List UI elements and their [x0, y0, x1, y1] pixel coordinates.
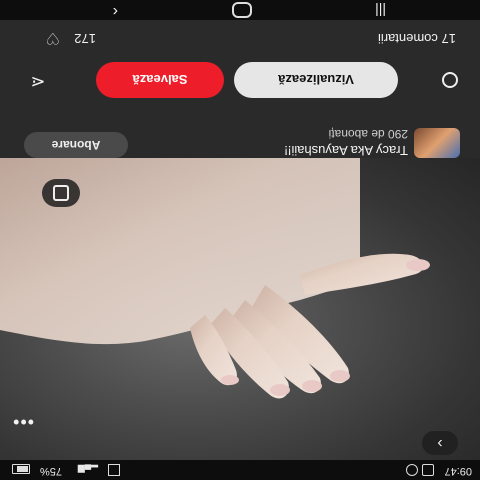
next-icon: ›: [437, 435, 443, 452]
rotated-view: 09:47 ▂▄▆ 75% › ••• Tracy Aka Aayushaii!…: [0, 0, 480, 480]
battery-icon: [12, 464, 30, 474]
back-icon[interactable]: ‹: [113, 2, 118, 20]
recents-icon[interactable]: |||: [375, 3, 386, 19]
battery-text: 75%: [39, 465, 62, 477]
home-icon[interactable]: [232, 2, 252, 18]
channel-name: Tracy Aka Aayushaii!!: [284, 143, 408, 158]
avatar[interactable]: [414, 128, 460, 158]
heart-button[interactable]: ♡: [46, 28, 60, 48]
more-icon: •••: [12, 412, 34, 432]
status-bar: 09:47 ▂▄▆ 75%: [0, 460, 480, 480]
photo-area[interactable]: › •••: [0, 158, 480, 460]
lens-small-icon: [442, 72, 458, 88]
navigation-bar: ||| ‹: [0, 0, 480, 20]
share-button[interactable]: ⋖: [26, 68, 50, 92]
signal-icon: ▂▄▆: [77, 465, 98, 475]
next-button[interactable]: ›: [422, 431, 458, 455]
more-button[interactable]: •••: [12, 411, 34, 432]
lens-small-button[interactable]: [438, 68, 462, 92]
lens-icon: [53, 185, 69, 201]
likes-count: 172: [74, 31, 96, 46]
image-icon: [108, 464, 120, 476]
screen: 09:47 ▂▄▆ 75% › ••• Tracy Aka Aayushaii!…: [0, 0, 480, 480]
channel-info[interactable]: Tracy Aka Aayushaii!! 290 de abonați: [168, 118, 408, 158]
save-button[interactable]: Salvează: [96, 62, 224, 98]
subscriber-count: 290 de abonați: [328, 127, 408, 141]
pin-info-panel: Tracy Aka Aayushaii!! 290 de abonați Abo…: [0, 0, 480, 158]
whatsapp-icon: [406, 464, 418, 476]
view-button[interactable]: Vizualizează: [234, 62, 398, 98]
heart-icon: ♡: [45, 29, 60, 46]
notification-icon: [422, 464, 434, 476]
lens-button[interactable]: [42, 179, 80, 207]
comments-count[interactable]: 17 comentarii: [378, 31, 456, 46]
status-time: 09:47: [444, 465, 472, 477]
subscribe-button[interactable]: Abonare: [24, 132, 128, 158]
share-icon: ⋖: [30, 72, 46, 92]
